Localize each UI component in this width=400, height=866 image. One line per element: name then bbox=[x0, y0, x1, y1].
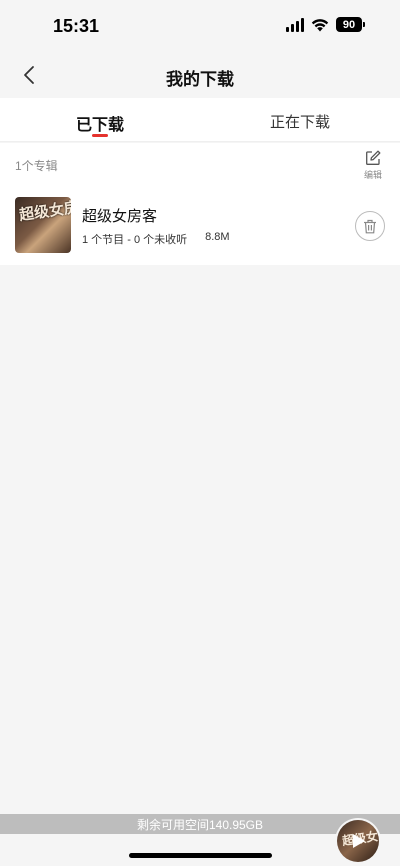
wifi-icon bbox=[311, 18, 329, 31]
nav-bar: 我的下载 bbox=[0, 52, 400, 98]
album-cover: 超级女房客 bbox=[15, 197, 71, 253]
tab-downloading[interactable]: 正在下载 bbox=[200, 98, 400, 141]
downloaded-list: 1个专辑 编辑 超级女房客 超级女房客 1 个节目 - 0 个未收听 8.8M bbox=[0, 143, 400, 265]
album-episode-info: 1 个节目 - 0 个未收听 bbox=[82, 234, 188, 246]
album-meta: 1 个节目 - 0 个未收听 8.8M bbox=[82, 231, 230, 247]
delete-button[interactable] bbox=[355, 211, 385, 241]
edit-icon bbox=[366, 150, 381, 165]
album-size: 8.8M bbox=[205, 231, 230, 243]
edit-button[interactable]: 编辑 bbox=[362, 150, 384, 181]
trash-icon bbox=[364, 219, 376, 233]
album-count: 1个专辑 bbox=[15, 159, 58, 173]
battery-icon: 90 bbox=[336, 17, 365, 32]
tab-downloaded[interactable]: 已下载 bbox=[0, 98, 200, 141]
list-item[interactable]: 超级女房客 超级女房客 1 个节目 - 0 个未收听 8.8M bbox=[0, 195, 400, 257]
tab-label: 已下载 bbox=[75, 117, 124, 134]
status-icons: 90 bbox=[286, 17, 365, 32]
album-title: 超级女房客 bbox=[82, 208, 158, 225]
home-indicator bbox=[129, 853, 272, 858]
mini-player-button[interactable]: 超级女房客 bbox=[337, 820, 379, 862]
storage-text: 剩余可用空间140.95GB bbox=[136, 817, 264, 832]
tab-active-indicator bbox=[92, 134, 108, 137]
page-title: 我的下载 bbox=[166, 70, 234, 89]
status-time: 15:31 bbox=[53, 16, 100, 36]
tab-bar: 已下载 正在下载 bbox=[0, 98, 400, 142]
play-icon bbox=[353, 834, 365, 848]
tab-label: 正在下载 bbox=[269, 114, 330, 131]
cover-title-art: 超级女房客 bbox=[18, 197, 71, 225]
status-bar: 15:31 90 bbox=[0, 0, 400, 52]
edit-label: 编辑 bbox=[363, 170, 382, 180]
signal-icon bbox=[286, 17, 304, 32]
